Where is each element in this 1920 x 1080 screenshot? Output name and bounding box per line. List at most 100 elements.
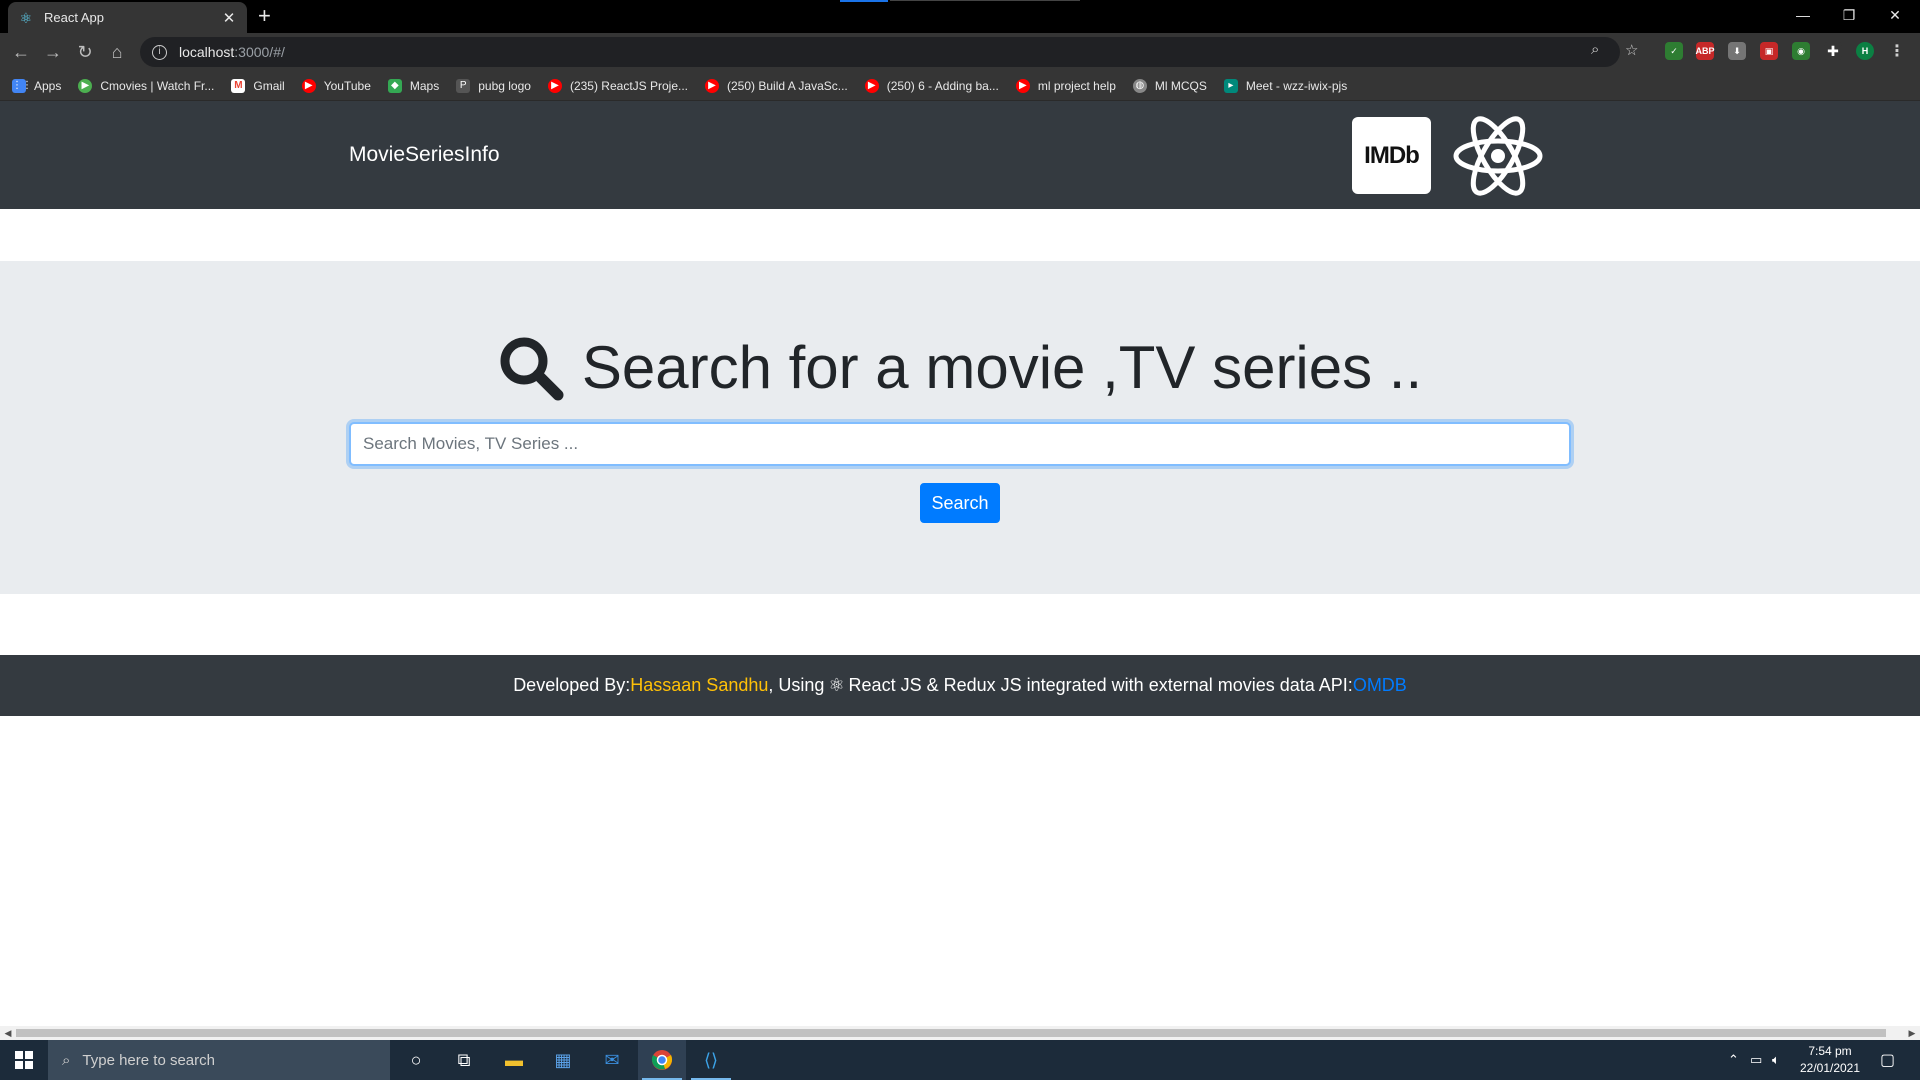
address-url[interactable]: localhost:3000/#/ (179, 44, 285, 60)
developer-link[interactable]: Hassaan Sandhu (630, 675, 768, 696)
apps-grid-icon: ⋮⋮ (12, 78, 32, 93)
headline-text: Search for a movie ,TV series .. (581, 334, 1423, 401)
taskbar-search-placeholder: Type here to search (82, 1051, 215, 1069)
bookmark-label: (250) 6 - Adding ba... (886, 78, 999, 93)
footer-prefix: Developed By: (513, 675, 631, 695)
taskbar-search-box[interactable]: ⌕ Type here to search (48, 1040, 390, 1080)
tray-overflow-icon[interactable]: ⌃ (1728, 1040, 1739, 1080)
scroll-right-icon[interactable]: ▶ (1904, 1026, 1920, 1040)
browser-tab-active[interactable]: ⚛ React App ✕ (8, 2, 247, 33)
shield-extension-icon[interactable]: ✓ (1665, 42, 1683, 60)
app-footer: Developed By: Hassaan Sandhu , Using ⚛ R… (0, 655, 1920, 716)
maps-icon: ◆ (387, 78, 402, 93)
bookmark-item[interactable]: ▶ ml project help (1015, 78, 1116, 93)
bookmark-item[interactable]: ▶ YouTube (301, 78, 371, 93)
address-bar[interactable]: i localhost:3000/#/ (140, 37, 1620, 67)
globe-icon: ◍ (1132, 78, 1147, 93)
start-button[interactable] (0, 1040, 48, 1080)
cmovies-icon: ▶ (78, 78, 93, 93)
tab-close-icon[interactable]: ✕ (221, 9, 237, 27)
search-icon (500, 337, 564, 400)
action-center-icon[interactable]: ▢ (1880, 1040, 1895, 1080)
bookmark-label: (250) Build A JavaSc... (727, 78, 848, 93)
bookmark-label: pubg logo (478, 78, 531, 93)
youtube-icon: ▶ (705, 78, 720, 93)
bookmark-label: Apps (34, 78, 62, 93)
green-circle-extension-icon[interactable]: ◉ (1792, 42, 1810, 60)
react-logo-icon (1453, 116, 1543, 196)
bookmark-item[interactable]: ⋮⋮ Apps (12, 78, 62, 93)
gmail-icon: M (231, 78, 246, 93)
reload-icon[interactable]: ↻ (74, 41, 96, 63)
bookmark-item[interactable]: ▶ Cmovies | Watch Fr... (78, 78, 214, 93)
bookmark-label: Meet - wzz-iwix-pjs (1245, 78, 1348, 93)
clock-time: 7:54 pm (1808, 1044, 1852, 1058)
back-arrow-icon[interactable]: ← (10, 41, 32, 63)
url-path: :3000/#/ (234, 44, 285, 60)
search-button[interactable]: Search (920, 483, 1000, 523)
footer-using: , Using (768, 675, 825, 695)
volume-icon[interactable]: 🔈︎ (1772, 1040, 1780, 1080)
puzzle-extensions-icon[interactable]: ✚ (1824, 42, 1842, 60)
url-host: localhost (179, 44, 235, 60)
bookmark-item[interactable]: ◍ Ml MCQS (1132, 78, 1207, 93)
file-explorer-icon[interactable]: ▬ (490, 1040, 538, 1080)
restore-button[interactable]: ❐ (1826, 0, 1872, 30)
home-icon[interactable]: ⌂ (106, 41, 128, 63)
bookmark-item[interactable]: ◆ Maps (387, 78, 439, 93)
window-close-button[interactable]: ✕ (1872, 0, 1918, 30)
cortana-icon[interactable]: ○ (392, 1040, 440, 1080)
clock-date: 22/01/2021 (1799, 1061, 1861, 1075)
scrollbar-thumb[interactable] (16, 1029, 1886, 1037)
bookmark-item[interactable]: ▶ (250) Build A JavaSc... (705, 78, 848, 93)
bookmark-item[interactable]: ▸ Meet - wzz-iwix-pjs (1223, 78, 1348, 93)
bookmark-item[interactable]: Ppubg logo (456, 78, 531, 93)
tab-loading-indicator (840, 0, 888, 2)
page-headline: Search for a movie ,TV series .. (0, 333, 1920, 402)
windows-logo-icon (15, 1051, 33, 1069)
search-jumbotron: Search for a movie ,TV series .. Search (0, 261, 1920, 594)
browser-menu-icon[interactable]: ⋮ (1888, 42, 1906, 60)
bookmark-label: Ml MCQS (1154, 78, 1207, 93)
taskbar-clock[interactable]: 7:54 pm 22/01/2021 (1794, 1043, 1866, 1077)
tab-title: React App (44, 10, 104, 25)
scroll-left-icon[interactable]: ◀ (0, 1026, 16, 1040)
taskbar-search-icon: ⌕ (62, 1051, 71, 1069)
site-info-icon[interactable]: i (152, 44, 167, 60)
imdb-logo[interactable]: IMDb (1352, 117, 1431, 194)
new-tab-button[interactable]: + (258, 4, 271, 28)
forward-arrow-icon[interactable]: → (42, 41, 64, 63)
chrome-logo-icon (651, 1050, 673, 1070)
bookmark-star-icon[interactable]: ☆ (1625, 41, 1638, 59)
omdb-link[interactable]: OMDB (1353, 675, 1407, 696)
bookmark-item[interactable]: M Gmail (231, 78, 285, 93)
task-view-icon[interactable]: ⧉ (440, 1040, 488, 1080)
tabstrip-divider (890, 0, 1080, 1)
react-favicon-icon: ⚛ (19, 9, 33, 26)
profile-avatar[interactable]: H (1856, 42, 1874, 60)
minimize-button[interactable]: — (1780, 0, 1826, 30)
chrome-taskbar-icon[interactable] (638, 1040, 686, 1080)
zoom-icon[interactable]: ⌕ (1591, 41, 1599, 58)
brand-link[interactable]: MovieSeriesInfo (349, 143, 500, 167)
browser-toolbar: ← → ↻ ⌂ i localhost:3000/#/ ⌕ ☆ (0, 33, 1920, 71)
vscode-taskbar-icon[interactable]: ⟨⟩ (687, 1040, 735, 1080)
red-extension-icon[interactable]: ▣ (1760, 42, 1778, 60)
download-extension-icon[interactable]: ⬇ (1728, 42, 1746, 60)
bookmark-item[interactable]: ▶ (235) ReactJS Proje... (547, 78, 688, 93)
pubg-icon: P (456, 78, 471, 93)
youtube-icon: ▶ (864, 78, 879, 93)
bookmark-item[interactable]: ▶ (250) 6 - Adding ba... (864, 78, 999, 93)
web-page: MovieSeriesInfo IMDb Search for a movie … (0, 101, 1920, 1026)
mail-icon[interactable]: ✉ (588, 1040, 636, 1080)
search-input[interactable] (349, 422, 1571, 466)
horizontal-scrollbar[interactable]: ◀ ▶ (0, 1026, 1920, 1040)
network-icon[interactable]: ▭ (1750, 1040, 1762, 1080)
meet-icon: ▸ (1223, 78, 1238, 93)
windows-taskbar: ⌕ Type here to search ○ ⧉ ▬ ▦ ✉ ⟨⟩ ⌃ ▭ 🔈… (0, 1040, 1920, 1080)
bookmark-label: ml project help (1037, 78, 1116, 93)
youtube-icon: ▶ (1015, 78, 1030, 93)
store-icon[interactable]: ▦ (539, 1040, 587, 1080)
adblock-extension-icon[interactable]: ABP (1696, 42, 1715, 60)
youtube-icon: ▶ (301, 78, 316, 93)
